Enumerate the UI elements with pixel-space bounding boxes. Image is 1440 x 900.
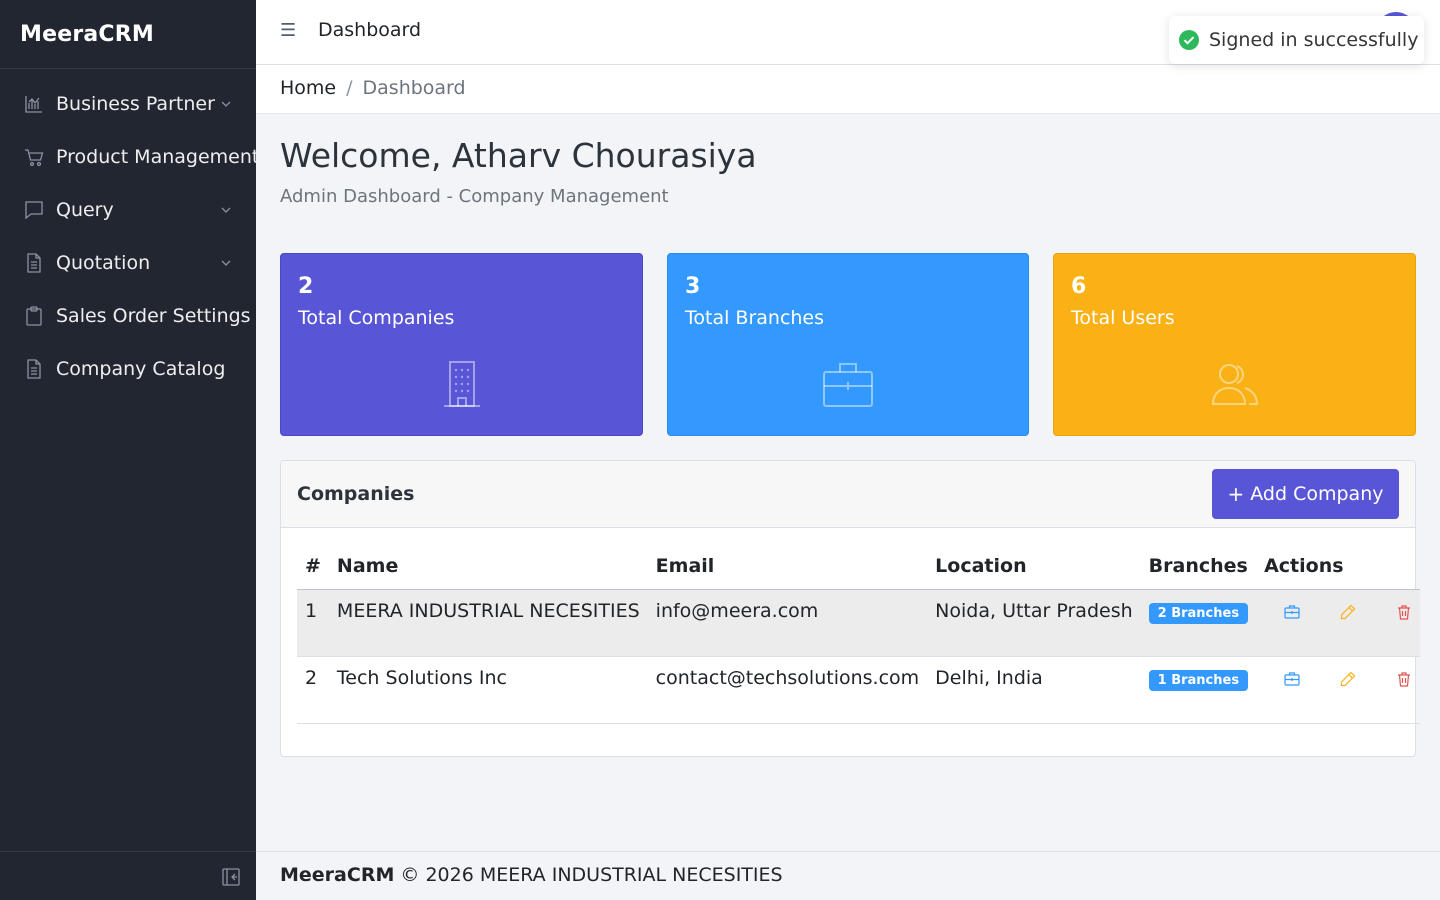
page-footer: MeeraCRM © 2026 MEERA INDUSTRIAL NECESIT… (256, 851, 1440, 900)
breadcrumb-bar: Home / Dashboard (256, 65, 1440, 114)
toast-message: Signed in successfully (1209, 29, 1419, 51)
table-row: 2 Tech Solutions Inc contact@techsolutio… (297, 656, 1421, 724)
view-branches-icon[interactable] (1284, 604, 1300, 620)
sidebar: MeeraCRM Business Partner Product Manage… (0, 0, 260, 900)
sidebar-item-label: Quotation (56, 251, 151, 274)
cell-name: MEERA INDUSTRIAL NECESITIES (328, 589, 648, 657)
companies-table: # Name Email Location Branches Actions 1… (297, 544, 1421, 724)
column-header-email: Email (647, 544, 928, 590)
hamburger-menu-icon[interactable]: ☰ (280, 20, 298, 44)
delete-trash-icon[interactable] (1396, 671, 1412, 687)
page-subtitle: Admin Dashboard - Company Management (280, 186, 669, 207)
card-title: Companies (297, 483, 415, 505)
footer-brand[interactable]: MeeraCRM (280, 864, 394, 886)
document-icon (24, 252, 44, 273)
building-icon (443, 361, 480, 407)
breadcrumb-home[interactable]: Home (280, 77, 336, 99)
table-header-row: # Name Email Location Branches Actions (297, 544, 1421, 590)
stat-value: 2 (298, 274, 314, 299)
cell-actions (1256, 589, 1421, 657)
cell-num: 2 (297, 656, 329, 724)
sidebar-footer (0, 851, 256, 900)
companies-card: Companies + Add Company # Name Email Loc… (280, 460, 1421, 757)
column-header-name: Name (328, 544, 648, 590)
footer-copyright: © 2026 MEERA INDUSTRIAL NECESITIES (400, 864, 783, 886)
column-header-actions: Actions (1256, 544, 1421, 590)
cell-location: Noida, Uttar Pradesh (927, 589, 1141, 657)
add-company-label: Add Company (1250, 483, 1384, 505)
delete-trash-icon[interactable] (1396, 604, 1412, 620)
header-title[interactable]: Dashboard (318, 19, 421, 41)
sidebar-item-label: Product Management (56, 145, 260, 168)
stat-label: Total Users (1071, 307, 1175, 329)
sidebar-item-company-catalog[interactable]: Company Catalog (0, 342, 256, 395)
document-icon (24, 358, 44, 379)
sidebar-item-label: Query (56, 198, 114, 221)
footer-text: MeeraCRM © 2026 MEERA INDUSTRIAL NECESIT… (280, 864, 783, 886)
sidebar-item-label: Company Catalog (56, 357, 226, 380)
column-header-num: # (297, 544, 329, 590)
clipboard-icon (24, 305, 44, 326)
stat-label: Total Companies (298, 307, 455, 329)
users-icon (1211, 364, 1258, 405)
stat-card-branches: 3 Total Branches (667, 253, 1029, 436)
cell-actions (1256, 656, 1421, 724)
breadcrumb-current: Dashboard (362, 77, 466, 99)
cell-num: 1 (297, 589, 329, 657)
sidebar-nav: Business Partner Product Management Quer… (0, 69, 260, 395)
sidebar-item-quotation[interactable]: Quotation (0, 236, 256, 289)
cart-icon (24, 147, 44, 167)
column-header-branches: Branches (1140, 544, 1257, 590)
branches-badge[interactable]: 2 Branches (1148, 602, 1249, 624)
cell-email: contact@techsolutions.com (647, 656, 928, 724)
brand-logo[interactable]: MeeraCRM (0, 0, 256, 69)
plus-icon: + (1227, 482, 1245, 506)
card-header: Companies + Add Company (281, 461, 1415, 528)
sidebar-item-label: Business Partner (56, 92, 215, 115)
add-company-button[interactable]: + Add Company (1212, 469, 1399, 519)
table-row: 1 MEERA INDUSTRIAL NECESITIES info@meera… (297, 589, 1421, 657)
edit-pencil-icon[interactable] (1340, 604, 1356, 620)
stat-value: 6 (1071, 274, 1087, 299)
breadcrumb: Home / Dashboard (280, 77, 466, 99)
edit-pencil-icon[interactable] (1340, 671, 1356, 687)
cell-branches: 2 Branches (1140, 589, 1257, 657)
sidebar-item-query[interactable]: Query (0, 183, 256, 236)
cell-email: info@meera.com (647, 589, 928, 657)
check-circle-icon (1179, 30, 1199, 50)
column-header-location: Location (927, 544, 1141, 590)
chevron-down-icon (221, 101, 231, 107)
stat-value: 3 (685, 274, 701, 299)
chart-icon (24, 94, 44, 114)
sidebar-item-product-management[interactable]: Product Management (0, 130, 260, 183)
chat-icon (24, 200, 44, 220)
sidebar-item-business-partner[interactable]: Business Partner (0, 77, 256, 130)
sidebar-collapse-icon[interactable] (222, 868, 240, 886)
sidebar-item-sales-order-settings[interactable]: Sales Order Settings (0, 289, 256, 342)
cell-name: Tech Solutions Inc (328, 656, 648, 724)
page-title: Welcome, Atharv Chourasiya (280, 136, 757, 175)
chevron-down-icon (221, 260, 231, 266)
stat-label: Total Branches (685, 307, 825, 329)
cell-location: Delhi, India (927, 656, 1141, 724)
chevron-down-icon (221, 207, 231, 213)
view-branches-icon[interactable] (1284, 671, 1300, 687)
toast-notification: Signed in successfully (1169, 16, 1424, 64)
stat-card-users: 6 Total Users (1053, 253, 1416, 436)
briefcase-icon (823, 363, 873, 407)
stat-card-companies: 2 Total Companies (280, 253, 643, 436)
sidebar-item-label: Sales Order Settings (56, 304, 251, 327)
main-content: Welcome, Atharv Chourasiya Admin Dashboa… (256, 114, 1440, 851)
cell-branches: 1 Branches (1140, 656, 1257, 724)
branches-badge[interactable]: 1 Branches (1148, 669, 1249, 691)
breadcrumb-separator: / (346, 77, 353, 99)
